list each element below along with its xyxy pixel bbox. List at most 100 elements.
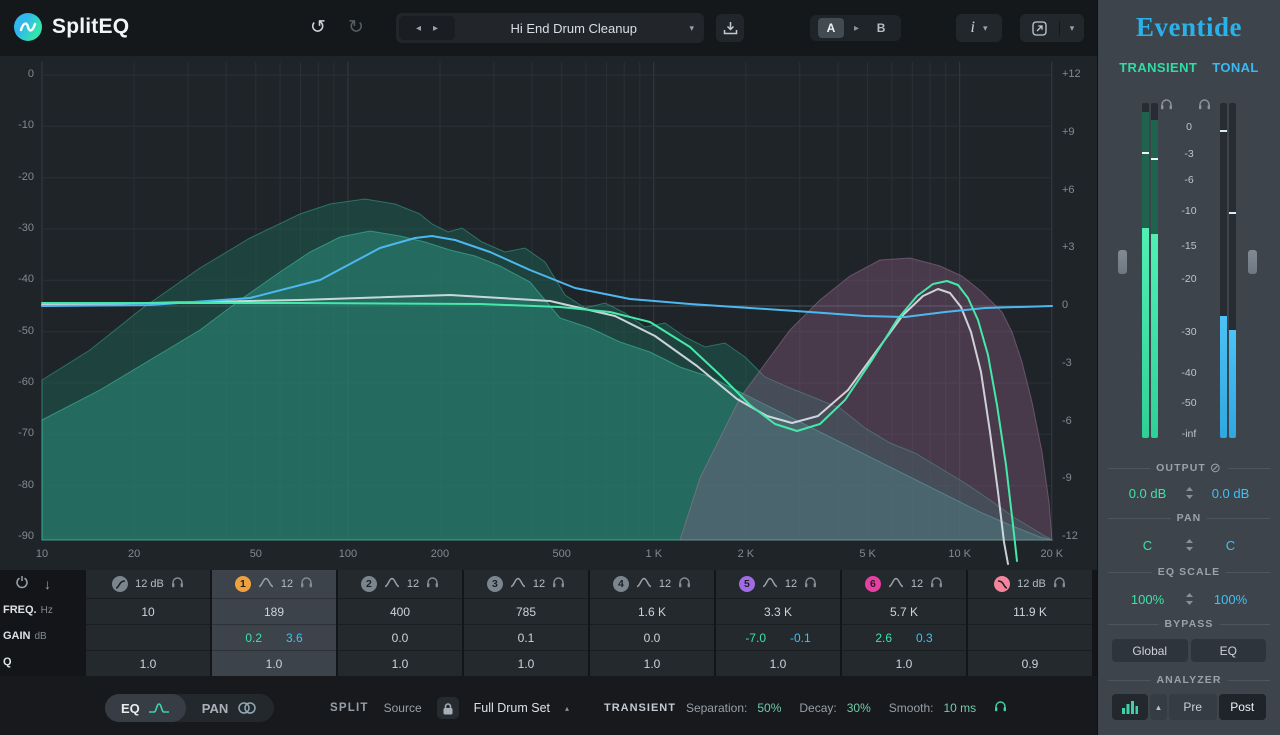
band-solo-headphone-icon[interactable] <box>426 575 439 593</box>
tab-transient[interactable]: TRANSIENT <box>1119 60 1197 75</box>
analyzer-post-button[interactable]: Post <box>1219 694 1267 720</box>
eq-scale-transient-value[interactable]: 100% <box>1112 592 1183 607</box>
tab-tonal[interactable]: TONAL <box>1212 60 1259 75</box>
band-gain-value[interactable]: 0.1 <box>518 631 535 645</box>
analyzer-toggle-button[interactable] <box>1112 694 1148 720</box>
band-gain-cell[interactable]: -7.0 -0.1 <box>716 624 840 650</box>
band-freq-cell[interactable]: 785 <box>464 598 588 624</box>
band-range-value[interactable]: 12 <box>785 578 797 590</box>
band-gain-cell[interactable]: 2.6 0.3 <box>842 624 966 650</box>
band-solo-headphone-icon[interactable] <box>678 575 691 593</box>
ab-b-button[interactable]: B <box>869 21 893 35</box>
band-badge[interactable] <box>994 576 1010 592</box>
band-header[interactable]: 6 12 <box>842 570 966 598</box>
band-freq-cell[interactable]: 3.3 K <box>716 598 840 624</box>
output-tonal-value[interactable]: 0.0 dB <box>1195 486 1266 501</box>
ab-copy-icon[interactable]: ▸ <box>854 23 859 34</box>
band-header[interactable]: 1 12 <box>212 570 336 598</box>
band-column-1[interactable]: 1 12 189 0.23.6 1.0 <box>212 570 336 676</box>
band-column-3[interactable]: 3 12 785 0.1 1.0 <box>464 570 588 676</box>
save-preset-button[interactable] <box>716 14 744 42</box>
band-gain-tonal[interactable]: -0.1 <box>790 631 811 645</box>
band-q-cell[interactable]: 1.0 <box>86 650 210 676</box>
band-gain-transient[interactable]: -7.0 <box>745 631 766 645</box>
output-link-stepper[interactable] <box>1183 486 1195 500</box>
preset-prev-button[interactable]: ◂ <box>416 23 421 34</box>
band-gain-value[interactable]: 0.0 <box>644 631 661 645</box>
band-header[interactable]: 4 12 <box>590 570 714 598</box>
band-range-value[interactable]: 12 <box>407 578 419 590</box>
preset-caret-icon[interactable]: ▾ <box>689 23 704 34</box>
resize-icon[interactable] <box>1020 21 1060 36</box>
band-freq-cell[interactable]: 5.7 K <box>842 598 966 624</box>
undo-button[interactable]: ↺ <box>310 17 326 39</box>
preset-selector[interactable]: ◂ ▸ Hi End Drum Cleanup ▾ <box>396 13 704 43</box>
analyzer-options-button[interactable]: ▲ <box>1150 694 1167 720</box>
eq-graph[interactable] <box>0 56 1097 570</box>
band-freq-cell[interactable]: 1.6 K <box>590 598 714 624</box>
band-range-value[interactable]: 12 <box>533 578 545 590</box>
pan-link-stepper[interactable] <box>1183 538 1195 552</box>
band-gain-cell[interactable]: 0.2 3.6 <box>212 624 336 650</box>
band-q-cell[interactable]: 1.0 <box>842 650 966 676</box>
pan-tonal-value[interactable]: C <box>1195 538 1266 553</box>
band-gain-cell[interactable]: 0.0 <box>590 624 714 650</box>
band-q-cell[interactable]: 0.9 <box>968 650 1092 676</box>
band-gain-tonal[interactable]: 3.6 <box>286 631 303 645</box>
band-q-cell[interactable]: 1.0 <box>212 650 336 676</box>
band-solo-headphone-icon[interactable] <box>804 575 817 593</box>
analyzer-pre-button[interactable]: Pre <box>1169 694 1217 720</box>
eq-view-button[interactable]: EQ <box>105 694 186 722</box>
band-q-cell[interactable]: 1.0 <box>590 650 714 676</box>
band-solo-headphone-icon[interactable] <box>300 575 313 593</box>
band-badge[interactable]: 3 <box>487 576 503 592</box>
band-column-6[interactable]: 6 12 5.7 K 2.6 0.3 1.0 <box>842 570 966 676</box>
band-gain-cell[interactable] <box>968 624 1092 650</box>
collapse-bands-icon[interactable]: ↓ <box>44 576 51 592</box>
decay-value[interactable]: 30% <box>847 701 871 715</box>
band-column-lowpass[interactable]: 12 dB 11.9 K 0.9 <box>968 570 1092 676</box>
band-gain-cell[interactable]: 0.0 <box>338 624 462 650</box>
band-badge[interactable]: 5 <box>739 576 755 592</box>
band-gain-transient[interactable]: 0.2 <box>245 631 262 645</box>
band-badge[interactable]: 1 <box>235 576 251 592</box>
band-header[interactable]: 12 dB <box>968 570 1092 598</box>
band-column-highpass[interactable]: 12 dB 10 1.0 <box>86 570 210 676</box>
preset-name[interactable]: Hi End Drum Cleanup <box>458 21 689 36</box>
bypass-eq-button[interactable]: EQ <box>1191 639 1267 662</box>
band-range-value[interactable]: 12 <box>281 578 293 590</box>
band-freq-cell[interactable]: 11.9 K <box>968 598 1092 624</box>
redo-button[interactable]: ↻ <box>348 17 364 39</box>
smooth-value[interactable]: 10 ms <box>943 701 976 715</box>
bands-power-icon[interactable] <box>15 575 29 594</box>
band-freq-cell[interactable]: 400 <box>338 598 462 624</box>
band-gain-tonal[interactable]: 0.3 <box>916 631 933 645</box>
band-header[interactable]: 2 12 <box>338 570 462 598</box>
band-solo-headphone-icon[interactable] <box>1053 575 1066 593</box>
eq-scale-link-stepper[interactable] <box>1183 592 1195 606</box>
output-transient-value[interactable]: 0.0 dB <box>1112 486 1183 501</box>
band-solo-headphone-icon[interactable] <box>930 575 943 593</box>
band-range-value[interactable]: 12 dB <box>135 578 164 590</box>
band-gain-transient[interactable]: 2.6 <box>875 631 892 645</box>
ab-a-button[interactable]: A <box>818 18 844 38</box>
source-caret-icon[interactable]: ▴ <box>565 704 569 713</box>
band-freq-cell[interactable]: 10 <box>86 598 210 624</box>
band-column-5[interactable]: 5 12 3.3 K -7.0-0.1 1.0 <box>716 570 840 676</box>
info-button[interactable]: i ▾ <box>956 14 1002 42</box>
band-q-cell[interactable]: 1.0 <box>464 650 588 676</box>
band-badge[interactable]: 6 <box>865 576 881 592</box>
band-badge[interactable]: 2 <box>361 576 377 592</box>
band-gain-cell[interactable]: 0.1 <box>464 624 588 650</box>
source-lock-button[interactable] <box>437 697 459 719</box>
band-badge[interactable] <box>112 576 128 592</box>
eq-scale-tonal-value[interactable]: 100% <box>1195 592 1266 607</box>
band-header[interactable]: 5 12 <box>716 570 840 598</box>
ui-scale-caret-icon[interactable]: ▾ <box>1060 23 1084 34</box>
preset-next-button[interactable]: ▸ <box>433 23 438 34</box>
band-solo-headphone-icon[interactable] <box>552 575 565 593</box>
band-solo-headphone-icon[interactable] <box>171 575 184 593</box>
source-value[interactable]: Full Drum Set <box>474 701 550 715</box>
pan-view-button[interactable]: PAN <box>186 694 274 722</box>
band-gain-value[interactable]: 0.0 <box>392 631 409 645</box>
